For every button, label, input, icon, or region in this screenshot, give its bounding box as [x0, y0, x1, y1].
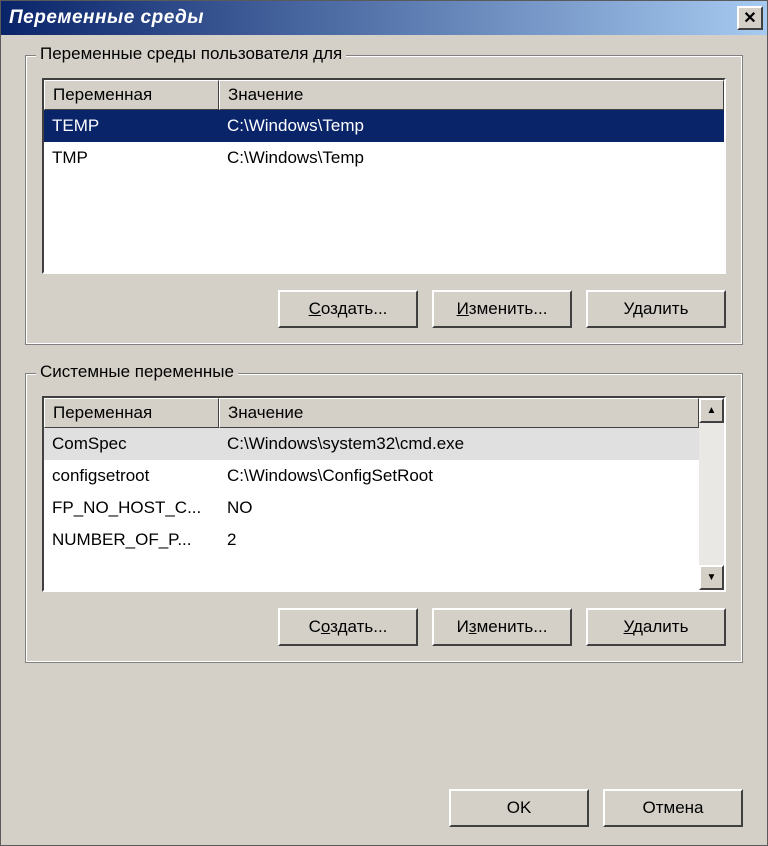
column-header-variable[interactable]: Переменная [44, 80, 219, 110]
delete-button[interactable]: Удалить [586, 290, 726, 328]
cell-value: NO [219, 498, 699, 518]
scroll-down-button[interactable]: ▼ [699, 565, 724, 590]
cell-value: C:\Windows\system32\cmd.exe [219, 434, 699, 454]
chevron-down-icon: ▼ [707, 572, 717, 583]
system-buttons: Создать... Изменить... Удалить [42, 608, 726, 646]
environment-variables-dialog: Переменные среды ✕ Переменные среды поль… [0, 0, 768, 846]
edit-button[interactable]: Изменить... [432, 608, 572, 646]
user-group-label: Переменные среды пользователя для [36, 44, 346, 64]
table-row[interactable]: FP_NO_HOST_C... NO [44, 492, 699, 524]
cell-value: C:\Windows\ConfigSetRoot [219, 466, 699, 486]
ok-button[interactable]: OK [449, 789, 589, 827]
cancel-button[interactable]: Отмена [603, 789, 743, 827]
system-variables-group: Системные переменные Переменная Значение… [25, 373, 743, 663]
cell-variable: ComSpec [44, 434, 219, 454]
cell-value: 2 [219, 530, 699, 550]
table-row[interactable]: TEMP C:\Windows\Temp [44, 110, 724, 142]
cell-variable: TEMP [44, 116, 219, 136]
window-title: Переменные среды [9, 7, 204, 29]
create-button[interactable]: Создать... [278, 608, 418, 646]
list-header: Переменная Значение [44, 80, 724, 110]
scroll-track[interactable] [699, 423, 724, 565]
list-body: TEMP C:\Windows\Temp TMP C:\Windows\Temp [44, 110, 724, 174]
client-area: Переменные среды пользователя для Переме… [1, 35, 767, 845]
close-button[interactable]: ✕ [737, 6, 763, 30]
cell-value: C:\Windows\Temp [219, 148, 724, 168]
column-header-value[interactable]: Значение [219, 398, 699, 428]
table-row[interactable]: configsetroot C:\Windows\ConfigSetRoot [44, 460, 699, 492]
user-variables-group: Переменные среды пользователя для Переме… [25, 55, 743, 345]
titlebar: Переменные среды ✕ [1, 1, 767, 35]
cell-variable: configsetroot [44, 466, 219, 486]
dialog-footer: OK Отмена [25, 779, 743, 827]
system-group-label: Системные переменные [36, 362, 238, 382]
user-variables-list[interactable]: Переменная Значение TEMP C:\Windows\Temp… [42, 78, 726, 274]
delete-button[interactable]: Удалить [586, 608, 726, 646]
table-row[interactable]: ComSpec C:\Windows\system32\cmd.exe [44, 428, 699, 460]
column-header-variable[interactable]: Переменная [44, 398, 219, 428]
create-button[interactable]: Создать... [278, 290, 418, 328]
chevron-up-icon: ▲ [707, 405, 717, 416]
list-body: ComSpec C:\Windows\system32\cmd.exe conf… [44, 428, 699, 556]
edit-button[interactable]: Изменить... [432, 290, 572, 328]
table-row[interactable]: TMP C:\Windows\Temp [44, 142, 724, 174]
list-header: Переменная Значение [44, 398, 699, 428]
table-row[interactable]: NUMBER_OF_P... 2 [44, 524, 699, 556]
scrollbar[interactable]: ▲ ▼ [699, 398, 724, 590]
user-buttons: Создать... Изменить... Удалить [42, 290, 726, 328]
column-header-value[interactable]: Значение [219, 80, 724, 110]
close-icon: ✕ [743, 8, 756, 28]
system-variables-list[interactable]: Переменная Значение ComSpec C:\Windows\s… [42, 396, 726, 592]
cell-variable: FP_NO_HOST_C... [44, 498, 219, 518]
cell-variable: TMP [44, 148, 219, 168]
cell-value: C:\Windows\Temp [219, 116, 724, 136]
cell-variable: NUMBER_OF_P... [44, 530, 219, 550]
scroll-up-button[interactable]: ▲ [699, 398, 724, 423]
